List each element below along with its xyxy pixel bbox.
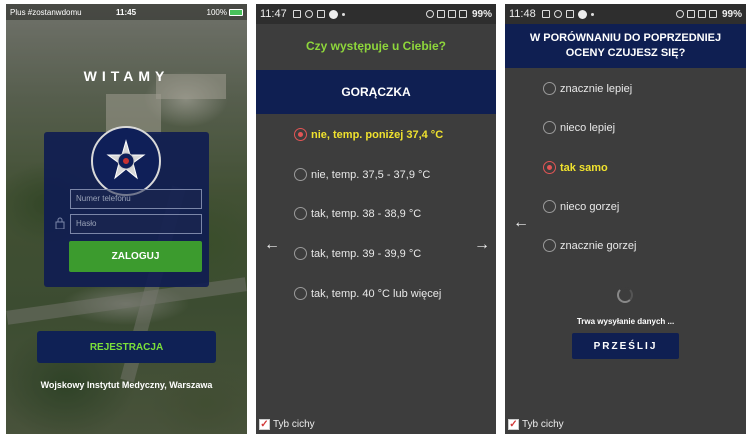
quiet-mode-toggle[interactable]: ✓ Tyb cichy <box>259 419 315 430</box>
option-label: znacznie gorzej <box>560 239 637 252</box>
login-button[interactable]: ZALOGUJ <box>69 241 202 272</box>
question-title: Czy występuje u Ciebie? <box>305 39 447 53</box>
battery-percent: 100% <box>206 7 227 17</box>
option-label: nie, temp. poniżej 37,4 °C <box>311 128 444 141</box>
radio-selected-icon[interactable] <box>543 161 556 174</box>
option-label: znacznie lepiej <box>560 82 633 95</box>
battery-percent: 99% <box>471 8 492 20</box>
lock-icon <box>55 217 65 229</box>
quiet-mode-toggle[interactable]: ✓ Tyb cichy <box>508 419 564 430</box>
option-2[interactable]: nie, temp. 37,5 - 37,9 °C <box>294 168 430 181</box>
radio-icon[interactable] <box>294 247 307 260</box>
gallery-icon <box>565 10 574 18</box>
option-label: nieco gorzej <box>560 200 620 213</box>
wifi-icon <box>686 10 695 18</box>
more-dot-icon <box>341 12 345 16</box>
radio-icon[interactable] <box>543 82 556 95</box>
institute-emblem-icon <box>91 126 161 196</box>
symptom-banner: GORĄCZKA <box>256 70 496 114</box>
register-button[interactable]: REJESTRACJA <box>37 331 216 363</box>
loading-spinner-icon <box>617 287 633 303</box>
comparison-title: W PORÓWNANIU DO POPRZEDNIEJ OCENY CZUJES… <box>505 24 746 68</box>
option-3[interactable]: tak, temp. 38 - 38,9 °C <box>294 207 421 220</box>
sync-icon <box>553 10 562 18</box>
battery-percent: 99% <box>721 8 742 20</box>
footer-text: Wojskowy Instytut Medyczny, Warszawa <box>40 380 213 390</box>
welcome-title: WITAMY <box>83 68 170 84</box>
comparison-screen: 11:48 99% W PORÓWNANIU DO POPRZEDNIEJ OC… <box>505 4 746 434</box>
system-icons: 99% <box>675 8 742 20</box>
radio-icon[interactable] <box>543 239 556 252</box>
system-icons: 99% <box>425 8 492 20</box>
status-bar: 11:48 99% <box>505 4 746 24</box>
notification-icons <box>292 9 426 19</box>
signal-icon <box>447 10 456 18</box>
phone-input[interactable]: Numer telefonu <box>70 189 202 209</box>
notification-icons <box>541 9 676 19</box>
option-5[interactable]: tak, temp. 40 °C lub więcej <box>294 287 441 300</box>
option-1[interactable]: znacznie lepiej <box>543 82 632 95</box>
option-label: tak, temp. 40 °C lub więcej <box>311 287 442 300</box>
back-arrow-icon[interactable]: ← <box>264 236 280 254</box>
radio-icon[interactable] <box>294 207 307 220</box>
alarm-icon <box>675 10 684 18</box>
battery-indicator: 100% <box>207 8 243 17</box>
option-label: nieco lepiej <box>560 121 616 134</box>
circle-icon <box>328 9 338 19</box>
login-screen: Plus #zostanwdomu 11:45 100% WITAMY Nume… <box>6 4 247 434</box>
signal-icon <box>697 10 706 18</box>
calendar-icon <box>541 10 550 18</box>
gallery-icon <box>316 10 325 18</box>
circle-icon <box>577 9 587 19</box>
title-line-1: W PORÓWNANIU DO POPRZEDNIEJ <box>529 32 722 44</box>
symptom-question-screen: 11:47 99% Czy występuje u Ciebie? GORĄCZ… <box>256 4 496 434</box>
status-bar: Plus #zostanwdomu 11:45 100% <box>6 4 247 20</box>
quiet-mode-label: Tyb cichy <box>273 419 315 430</box>
sending-status-text: Trwa wysyłanie danych ... <box>576 317 675 326</box>
back-arrow-icon[interactable]: ← <box>513 214 529 232</box>
quiet-mode-label: Tyb cichy <box>522 419 564 430</box>
send-button[interactable]: PRZEŚLIJ <box>572 333 679 359</box>
sync-icon <box>304 10 313 18</box>
status-time: 11:45 <box>116 7 137 17</box>
radio-selected-icon[interactable] <box>294 128 307 141</box>
option-1[interactable]: nie, temp. poniżej 37,4 °C <box>294 128 443 141</box>
option-3[interactable]: tak samo <box>543 161 608 174</box>
status-time: 11:48 <box>509 8 536 20</box>
status-bar: 11:47 99% <box>256 4 496 24</box>
carrier-text: Plus #zostanwdomu <box>10 7 82 17</box>
wifi-icon <box>436 10 445 18</box>
checkbox-checked-icon[interactable]: ✓ <box>259 419 270 430</box>
battery-icon <box>229 8 243 16</box>
option-5[interactable]: znacznie gorzej <box>543 239 636 252</box>
radio-icon[interactable] <box>543 200 556 213</box>
option-4[interactable]: tak, temp. 39 - 39,9 °C <box>294 247 421 260</box>
more-dot-icon <box>590 12 594 16</box>
forward-arrow-icon[interactable]: → <box>474 236 490 254</box>
option-label: tak samo <box>560 161 608 174</box>
checkbox-checked-icon[interactable]: ✓ <box>508 419 519 430</box>
option-4[interactable]: nieco gorzej <box>543 200 619 213</box>
alarm-icon <box>425 10 434 18</box>
option-2[interactable]: nieco lepiej <box>543 121 615 134</box>
battery-icon <box>708 10 717 18</box>
option-label: tak, temp. 39 - 39,9 °C <box>311 247 422 260</box>
radio-icon[interactable] <box>294 168 307 181</box>
battery-icon <box>458 10 467 18</box>
status-time: 11:47 <box>260 8 287 20</box>
radio-icon[interactable] <box>294 287 307 300</box>
option-label: nie, temp. 37,5 - 37,9 °C <box>311 168 431 181</box>
calendar-icon <box>292 10 301 18</box>
title-line-2: OCENY CZUJESZ SIĘ? <box>565 47 686 59</box>
password-input[interactable]: Hasło <box>70 214 202 234</box>
radio-icon[interactable] <box>543 121 556 134</box>
option-label: tak, temp. 38 - 38,9 °C <box>311 207 422 220</box>
